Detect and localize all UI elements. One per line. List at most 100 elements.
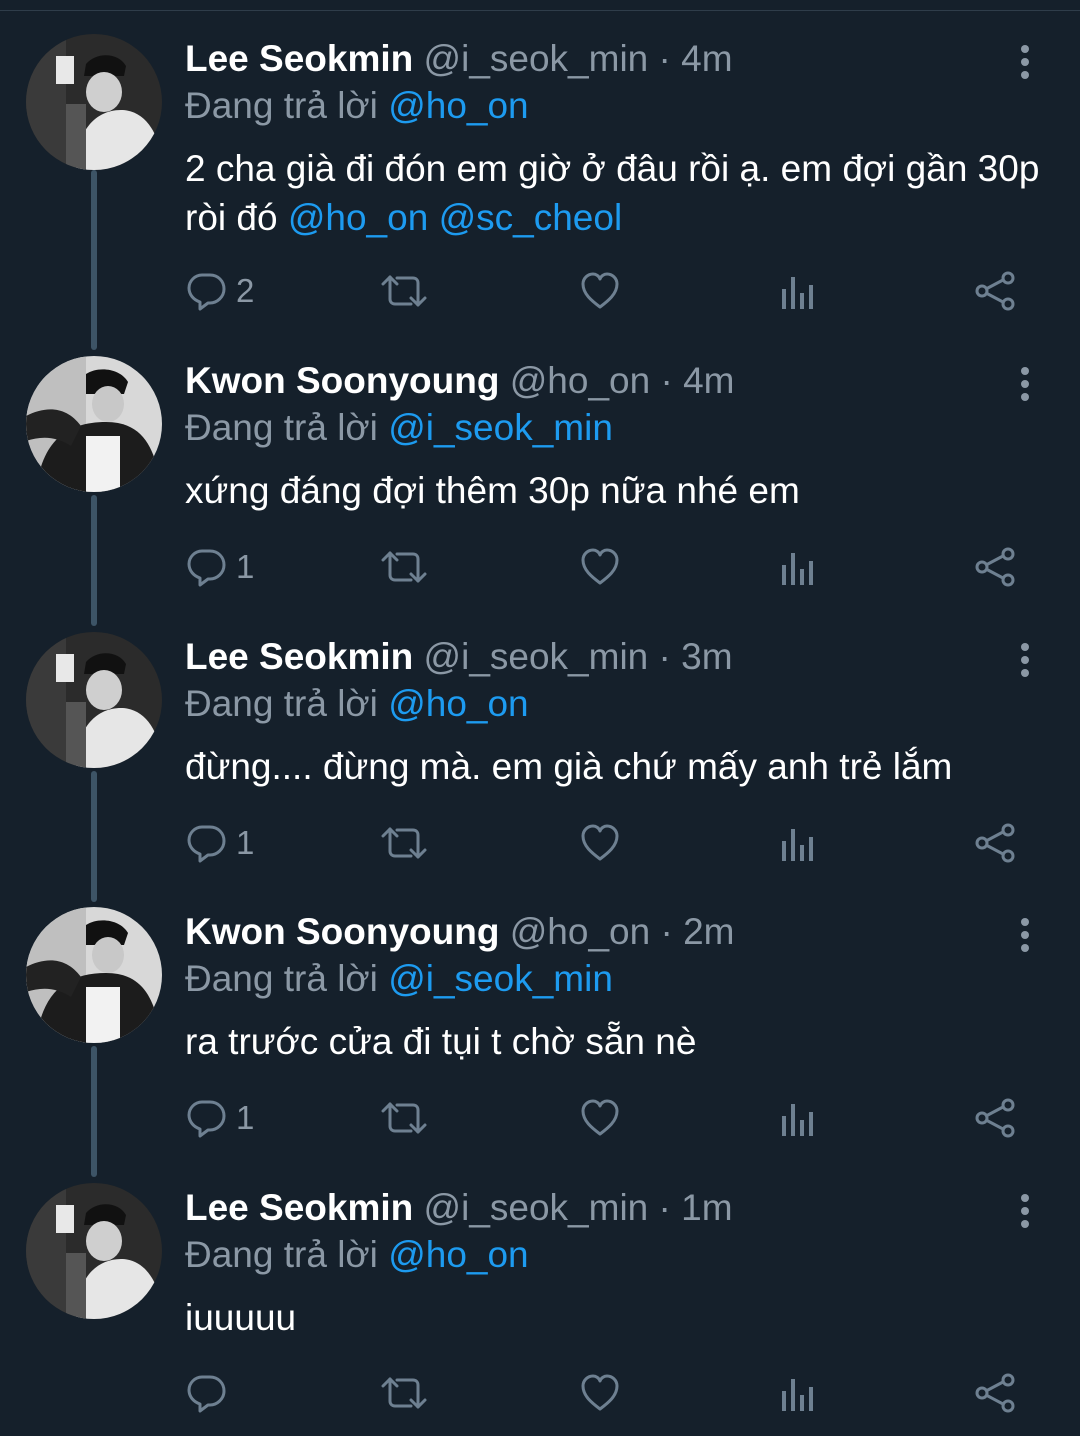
- more-icon[interactable]: [1010, 917, 1040, 953]
- analytics-icon: [778, 547, 818, 587]
- retweet-icon: [380, 547, 428, 587]
- analytics-icon: [778, 271, 818, 311]
- retweet-button[interactable]: [380, 266, 428, 316]
- reply-button[interactable]: 1: [186, 1093, 254, 1143]
- retweet-button[interactable]: [380, 542, 428, 592]
- tweet-text: iuuuuu: [185, 1297, 297, 1338]
- reply-button[interactable]: 2: [186, 266, 254, 316]
- reply-icon: [186, 1098, 226, 1138]
- like-icon: [580, 271, 620, 311]
- timestamp[interactable]: 4m: [683, 360, 734, 401]
- like-button[interactable]: [580, 542, 620, 592]
- tweet-text: 2 cha già đi đón em giờ ở đâu rồi ạ. em …: [185, 144, 1045, 242]
- replying-label: Đang trả lời: [185, 85, 378, 126]
- retweet-icon: [380, 1098, 428, 1138]
- reply-mention[interactable]: @i_seok_min: [388, 407, 613, 448]
- tweet-header: Kwon Soonyoung @ho_on · 2m: [185, 909, 734, 955]
- tweet-header: Lee Seokmin @i_seok_min · 3m: [185, 634, 733, 680]
- author-name[interactable]: Kwon Soonyoung: [185, 360, 499, 401]
- avatar-seokmin: [26, 1183, 162, 1319]
- share-button[interactable]: [974, 818, 1018, 868]
- tweet-text: đừng.... đừng mà. em già chứ mấy anh trẻ…: [185, 746, 953, 787]
- share-button[interactable]: [974, 266, 1018, 316]
- author-name[interactable]: Kwon Soonyoung: [185, 911, 499, 952]
- reply-button[interactable]: [186, 1368, 236, 1418]
- like-icon: [580, 1098, 620, 1138]
- timestamp[interactable]: 4m: [681, 38, 732, 79]
- avatar[interactable]: [26, 907, 162, 1043]
- author-handle[interactable]: @i_seok_min: [424, 636, 649, 677]
- timestamp[interactable]: 1m: [681, 1187, 732, 1228]
- tweet-text: ra trước cửa đi tụi t chờ sẵn nè: [185, 1021, 697, 1062]
- reply-count: 1: [236, 548, 255, 585]
- tweet-actions: 1: [0, 542, 1080, 592]
- replying-to: Đang trả lời @i_seok_min: [185, 956, 613, 1002]
- replying-to: Đang trả lời @ho_on: [185, 681, 529, 727]
- more-icon[interactable]: [1010, 642, 1040, 678]
- share-button[interactable]: [974, 1093, 1018, 1143]
- author-name[interactable]: Lee Seokmin: [185, 1187, 413, 1228]
- replying-label: Đang trả lời: [185, 683, 378, 724]
- reply-count: 2: [236, 272, 255, 309]
- retweet-button[interactable]: [380, 1093, 428, 1143]
- retweet-button[interactable]: [380, 1368, 428, 1418]
- more-icon[interactable]: [1010, 366, 1040, 402]
- author-handle[interactable]: @i_seok_min: [424, 38, 649, 79]
- reply-mention[interactable]: @ho_on: [388, 85, 528, 126]
- like-icon: [580, 547, 620, 587]
- like-button[interactable]: [580, 266, 620, 316]
- separator: ·: [660, 360, 673, 401]
- analytics-icon: [778, 1098, 818, 1138]
- avatar[interactable]: [26, 356, 162, 492]
- share-button[interactable]: [974, 1368, 1018, 1418]
- timestamp[interactable]: 3m: [681, 636, 732, 677]
- analytics-button[interactable]: [778, 818, 818, 868]
- reply-count: 1: [236, 1099, 255, 1136]
- share-icon: [974, 1373, 1018, 1413]
- reply-mention[interactable]: @ho_on: [388, 683, 528, 724]
- replying-label: Đang trả lời: [185, 407, 378, 448]
- replying-to: Đang trả lời @i_seok_min: [185, 405, 613, 451]
- reply-count: 1: [236, 824, 255, 861]
- separator: ·: [658, 636, 671, 677]
- share-button[interactable]: [974, 542, 1018, 592]
- more-icon[interactable]: [1010, 44, 1040, 80]
- analytics-button[interactable]: [778, 1368, 818, 1418]
- like-button[interactable]: [580, 1093, 620, 1143]
- tweet-actions: 1: [0, 818, 1080, 868]
- author-handle[interactable]: @ho_on: [510, 911, 650, 952]
- avatar[interactable]: [26, 632, 162, 768]
- reply-button[interactable]: 1: [186, 542, 254, 592]
- reply-button[interactable]: 1: [186, 818, 254, 868]
- separator: ·: [658, 1187, 671, 1228]
- analytics-button[interactable]: [778, 1093, 818, 1143]
- tweet-header: Lee Seokmin @i_seok_min · 1m: [185, 1185, 733, 1231]
- avatar[interactable]: [26, 1183, 162, 1319]
- reply-mention[interactable]: @i_seok_min: [388, 958, 613, 999]
- author-name[interactable]: Lee Seokmin: [185, 636, 413, 677]
- like-icon: [580, 1373, 620, 1413]
- like-button[interactable]: [580, 1368, 620, 1418]
- replying-label: Đang trả lời: [185, 958, 378, 999]
- like-button[interactable]: [580, 818, 620, 868]
- more-icon[interactable]: [1010, 1193, 1040, 1229]
- analytics-button[interactable]: [778, 266, 818, 316]
- retweet-button[interactable]: [380, 818, 428, 868]
- analytics-button[interactable]: [778, 542, 818, 592]
- author-handle[interactable]: @ho_on: [510, 360, 650, 401]
- mention-link[interactable]: @sc_cheol: [439, 197, 623, 238]
- avatar[interactable]: [26, 34, 162, 170]
- tweet-header: Kwon Soonyoung @ho_on · 4m: [185, 358, 734, 404]
- reply-mention[interactable]: @ho_on: [388, 1234, 528, 1275]
- author-handle[interactable]: @i_seok_min: [424, 1187, 649, 1228]
- tweet-actions: [0, 1368, 1080, 1418]
- tweet-header: Lee Seokmin @i_seok_min · 4m: [185, 36, 733, 82]
- author-name[interactable]: Lee Seokmin: [185, 38, 413, 79]
- timestamp[interactable]: 2m: [683, 911, 734, 952]
- mention-link[interactable]: @ho_on: [288, 197, 428, 238]
- separator: ·: [658, 38, 671, 79]
- share-icon: [974, 823, 1018, 863]
- share-icon: [974, 547, 1018, 587]
- analytics-icon: [778, 1373, 818, 1413]
- replying-label: Đang trả lời: [185, 1234, 378, 1275]
